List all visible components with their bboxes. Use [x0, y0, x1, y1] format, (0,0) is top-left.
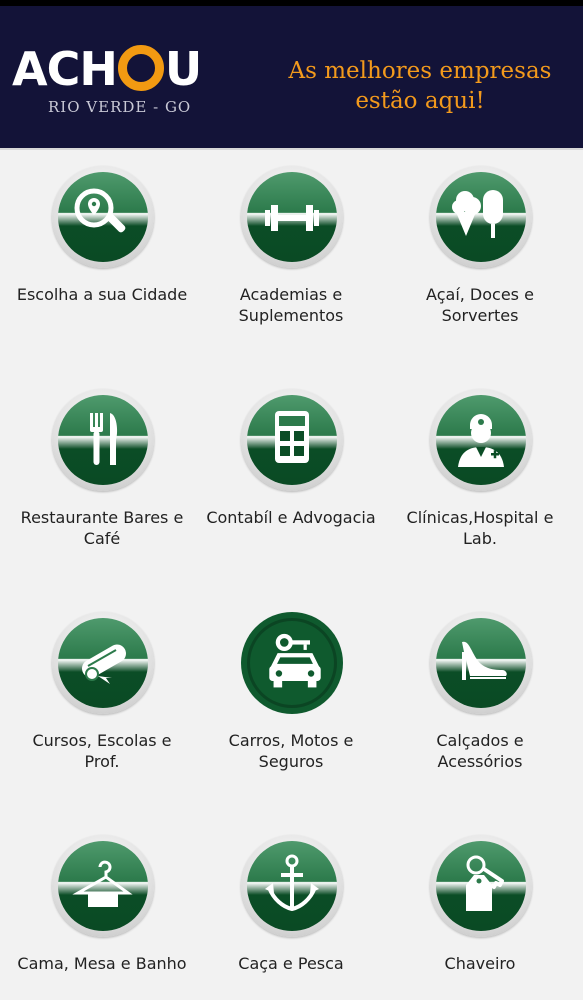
category-tile-cidade[interactable]: Escolha a sua Cidade — [5, 152, 199, 375]
category-label: Chaveiro — [444, 954, 516, 973]
icon-ring — [52, 612, 154, 714]
doctor-icon — [436, 395, 526, 485]
icon-ring — [430, 612, 532, 714]
slogan-line-1: As melhores empresas — [288, 58, 552, 84]
category-label: Academias e Suplementos — [238, 285, 344, 325]
car-key-icon — [247, 618, 337, 708]
icon-ring — [430, 166, 532, 268]
icon-ring — [430, 835, 532, 937]
category-label: Calçados e Acessórios — [436, 731, 524, 771]
dumbbell-icon — [247, 172, 337, 262]
category-tile-academias[interactable]: Academias e Suplementos — [194, 152, 388, 375]
achou-logo[interactable]: ACH U RIO VERDE - GO — [12, 40, 222, 126]
category-label: Restaurante Bares e Café — [20, 508, 184, 548]
slogan-line-2: estão aqui! — [355, 88, 485, 114]
category-tile-clinicas[interactable]: Clínicas,Hospital e Lab. — [383, 375, 577, 598]
category-label: Cursos, Escolas e Prof. — [32, 731, 172, 771]
category-label: Contabíl e Advogacia — [206, 508, 376, 527]
category-tile-carros[interactable]: Carros, Motos e Seguros — [194, 598, 388, 821]
category-label: Escolha a sua Cidade — [16, 285, 188, 304]
icon-ring — [52, 166, 154, 268]
diploma-icon — [58, 618, 148, 708]
category-tile-caca-pesca[interactable]: Caça e Pesca — [194, 821, 388, 1000]
icon-ring — [52, 835, 154, 937]
logo-text-a: ACH — [12, 42, 118, 96]
logo-text-b: U — [164, 42, 202, 96]
category-label: Clínicas,Hospital e Lab. — [406, 508, 554, 548]
category-grid: Escolha a sua Cidade Academias e Supleme… — [0, 152, 583, 1000]
logo-city: RIO VERDE - GO — [48, 98, 192, 116]
ice-cream-icon — [436, 172, 526, 262]
category-tile-cama[interactable]: Cama, Mesa e Banho — [5, 821, 199, 1000]
icon-ring — [52, 389, 154, 491]
category-label: Carros, Motos e Seguros — [228, 731, 354, 771]
category-label: Cama, Mesa e Banho — [17, 954, 187, 973]
calculator-icon — [247, 395, 337, 485]
category-label: Caça e Pesca — [238, 954, 344, 973]
icon-ring — [241, 612, 343, 714]
category-tile-calcados[interactable]: Calçados e Acessórios — [383, 598, 577, 821]
icon-ring — [430, 389, 532, 491]
category-tile-restaurante[interactable]: Restaurante Bares e Café — [5, 375, 199, 598]
hanger-icon — [58, 841, 148, 931]
icon-ring — [241, 389, 343, 491]
anchor-icon — [247, 841, 337, 931]
category-tile-acai[interactable]: Açaí, Doces e Sorvertes — [383, 152, 577, 375]
icon-ring — [241, 835, 343, 937]
logo-wordmark: ACH U — [12, 40, 202, 98]
key-tag-icon — [436, 841, 526, 931]
icon-ring — [241, 166, 343, 268]
logo-o-ring — [117, 45, 164, 91]
app-header: ACH U RIO VERDE - GO As melhores empresas… — [0, 6, 583, 150]
fork-knife-icon — [58, 395, 148, 485]
category-label: Açaí, Doces e Sorvertes — [426, 285, 534, 325]
category-tile-cursos[interactable]: Cursos, Escolas e Prof. — [5, 598, 199, 821]
map-search-icon — [58, 172, 148, 262]
category-tile-chaveiro[interactable]: Chaveiro — [383, 821, 577, 1000]
category-tile-contabil[interactable]: Contabíl e Advogacia — [194, 375, 388, 598]
high-heel-icon — [436, 618, 526, 708]
header-slogan: As melhores empresas estão aqui! — [262, 56, 578, 116]
